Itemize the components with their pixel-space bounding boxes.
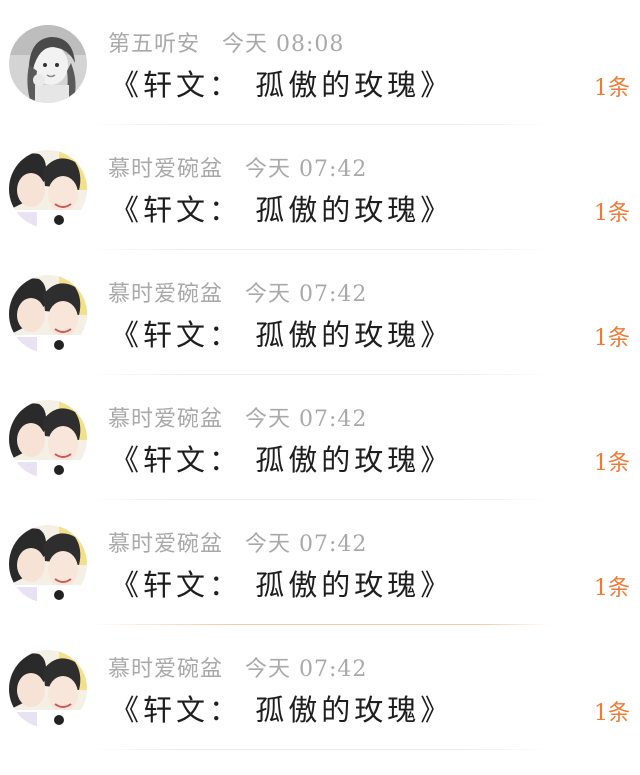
message-title: 《轩文： 孤傲的玫瑰》 xyxy=(110,568,454,602)
message-meta: 慕时爱碗盆 今天 07:42 xyxy=(108,151,367,183)
timestamp: 今天 08:08 xyxy=(222,32,345,57)
message-count-badge: 1条 xyxy=(594,76,630,101)
message-meta: 慕时爱碗盆 今天 07:42 xyxy=(108,526,367,558)
sender-name: 慕时爱碗盆 xyxy=(108,657,224,682)
message-title: 《轩文： 孤傲的玫瑰》 xyxy=(110,193,454,227)
message-row[interactable]: 慕时爱碗盆 今天 07:42 《轩文： 孤傲的玫瑰》 1条 xyxy=(0,125,640,250)
message-list: 第五听安 今天 08:08 《轩文： 孤傲的玫瑰》 1条 慕时爱碗盆 今天 07:4… xyxy=(0,0,640,775)
avatar-two-people-icon[interactable] xyxy=(9,275,87,353)
sender-name: 第五听安 xyxy=(108,32,201,57)
message-title: 《轩文： 孤傲的玫瑰》 xyxy=(110,443,454,477)
row-divider xyxy=(90,749,550,750)
sender-name: 慕时爱碗盆 xyxy=(108,282,224,307)
message-count-badge: 1条 xyxy=(594,701,630,726)
message-row[interactable]: 慕时爱碗盆 今天 07:42 《轩文： 孤傲的玫瑰》 1条 xyxy=(0,625,640,750)
message-title: 《轩文： 孤傲的玫瑰》 xyxy=(110,318,454,352)
avatar-two-people-icon[interactable] xyxy=(9,150,87,228)
message-meta: 慕时爱碗盆 今天 07:42 xyxy=(108,276,367,308)
message-row[interactable]: 慕时爱碗盆 今天 07:42 《轩文： 孤傲的玫瑰》 1条 xyxy=(0,500,640,625)
message-title: 《轩文： 孤傲的玫瑰》 xyxy=(110,693,454,727)
timestamp: 今天 07:42 xyxy=(245,157,368,182)
message-row[interactable]: 第五听安 今天 08:08 《轩文： 孤傲的玫瑰》 1条 xyxy=(0,0,640,125)
message-meta: 第五听安 今天 08:08 xyxy=(108,26,344,58)
message-count-badge: 1条 xyxy=(594,451,630,476)
message-title: 《轩文： 孤傲的玫瑰》 xyxy=(110,68,454,102)
avatar-two-people-icon[interactable] xyxy=(9,400,87,478)
message-meta: 慕时爱碗盆 今天 07:42 xyxy=(108,651,367,683)
timestamp: 今天 07:42 xyxy=(245,657,368,682)
message-row[interactable]: 慕时爱碗盆 今天 07:42 《轩文： 孤傲的玫瑰》 1条 xyxy=(0,250,640,375)
message-meta: 慕时爱碗盆 今天 07:42 xyxy=(108,401,367,433)
avatar-two-people-icon[interactable] xyxy=(9,525,87,603)
sender-name: 慕时爱碗盆 xyxy=(108,532,224,557)
message-count-badge: 1条 xyxy=(594,201,630,226)
avatar-portrait-bw-icon[interactable] xyxy=(9,25,87,103)
sender-name: 慕时爱碗盆 xyxy=(108,157,224,182)
timestamp: 今天 07:42 xyxy=(245,532,368,557)
timestamp: 今天 07:42 xyxy=(245,282,368,307)
message-row[interactable]: 慕时爱碗盆 今天 07:42 《轩文： 孤傲的玫瑰》 1条 xyxy=(0,375,640,500)
timestamp: 今天 07:42 xyxy=(245,407,368,432)
message-count-badge: 1条 xyxy=(594,326,630,351)
message-count-badge: 1条 xyxy=(594,576,630,601)
avatar-two-people-icon[interactable] xyxy=(9,650,87,728)
sender-name: 慕时爱碗盆 xyxy=(108,407,224,432)
